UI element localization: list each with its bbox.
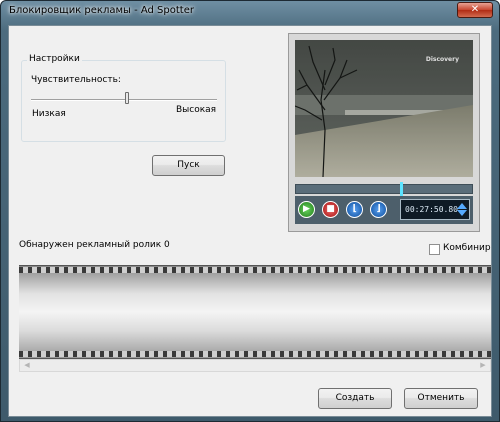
title-bar[interactable]: Блокировщик рекламы - Ad Spotter ✕ [1,1,499,23]
mark-out-button[interactable]: ⌋ [370,201,387,218]
film-perforation-bottom [19,351,491,357]
seek-bar[interactable] [295,182,473,196]
video-preview: Discovery [295,40,473,177]
settings-group-title: Настройки [27,54,82,64]
scroll-right-icon[interactable]: ▶ [476,360,490,371]
film-perforation-top [19,267,491,273]
sensitivity-slider-thumb[interactable] [125,92,129,104]
create-button[interactable]: Создать [318,388,392,409]
filmstrip[interactable] [19,265,491,359]
window-title: Блокировщик рекламы - Ad Spotter [9,5,194,16]
sensitivity-label: Чувствительность: [31,75,121,85]
start-button[interactable]: Пуск [152,155,225,176]
player-controls: ▶ ■ ⌊ ⌋ 00:27:50.80 [295,196,473,224]
time-value: 00:27:50.80 [405,205,458,214]
low-label: Низкая [32,109,66,119]
time-display[interactable]: 00:27:50.80 [400,199,470,220]
mark-out-icon: ⌋ [376,204,381,214]
client-area: Настройки Чувствительность: Низкая Высок… [8,25,492,417]
play-icon: ▶ [303,204,310,214]
time-spinner[interactable] [456,202,467,217]
detected-ads-label: Обнаружен рекламный ролик 0 [19,240,170,250]
play-button[interactable]: ▶ [298,201,315,218]
high-label: Высокая [176,105,217,115]
spin-up-icon[interactable] [456,203,467,209]
combine-checkbox[interactable] [429,244,440,255]
close-button[interactable]: ✕ [457,2,493,18]
spin-down-icon[interactable] [456,210,467,216]
close-icon: ✕ [470,4,480,15]
combine-label: Комбинир [443,243,491,253]
scroll-left-icon[interactable]: ◀ [20,360,34,371]
channel-logo: Discovery [425,56,459,63]
seek-position[interactable] [400,182,403,196]
video-player: Discovery ▶ ■ ⌊ ⌋ 00:27:50.80 [288,33,480,232]
stop-icon: ■ [326,204,335,214]
stop-button[interactable]: ■ [322,201,339,218]
mark-in-button[interactable]: ⌊ [346,201,363,218]
filmstrip-scrollbar[interactable]: ◀ ▶ [19,359,491,372]
app-window: Блокировщик рекламы - Ad Spotter ✕ Настр… [0,0,500,422]
mark-in-icon: ⌊ [352,204,357,214]
settings-group: Настройки Чувствительность: Низкая Высок… [21,54,226,142]
cancel-button[interactable]: Отменить [404,388,478,409]
sensitivity-slider-track[interactable] [31,99,217,101]
